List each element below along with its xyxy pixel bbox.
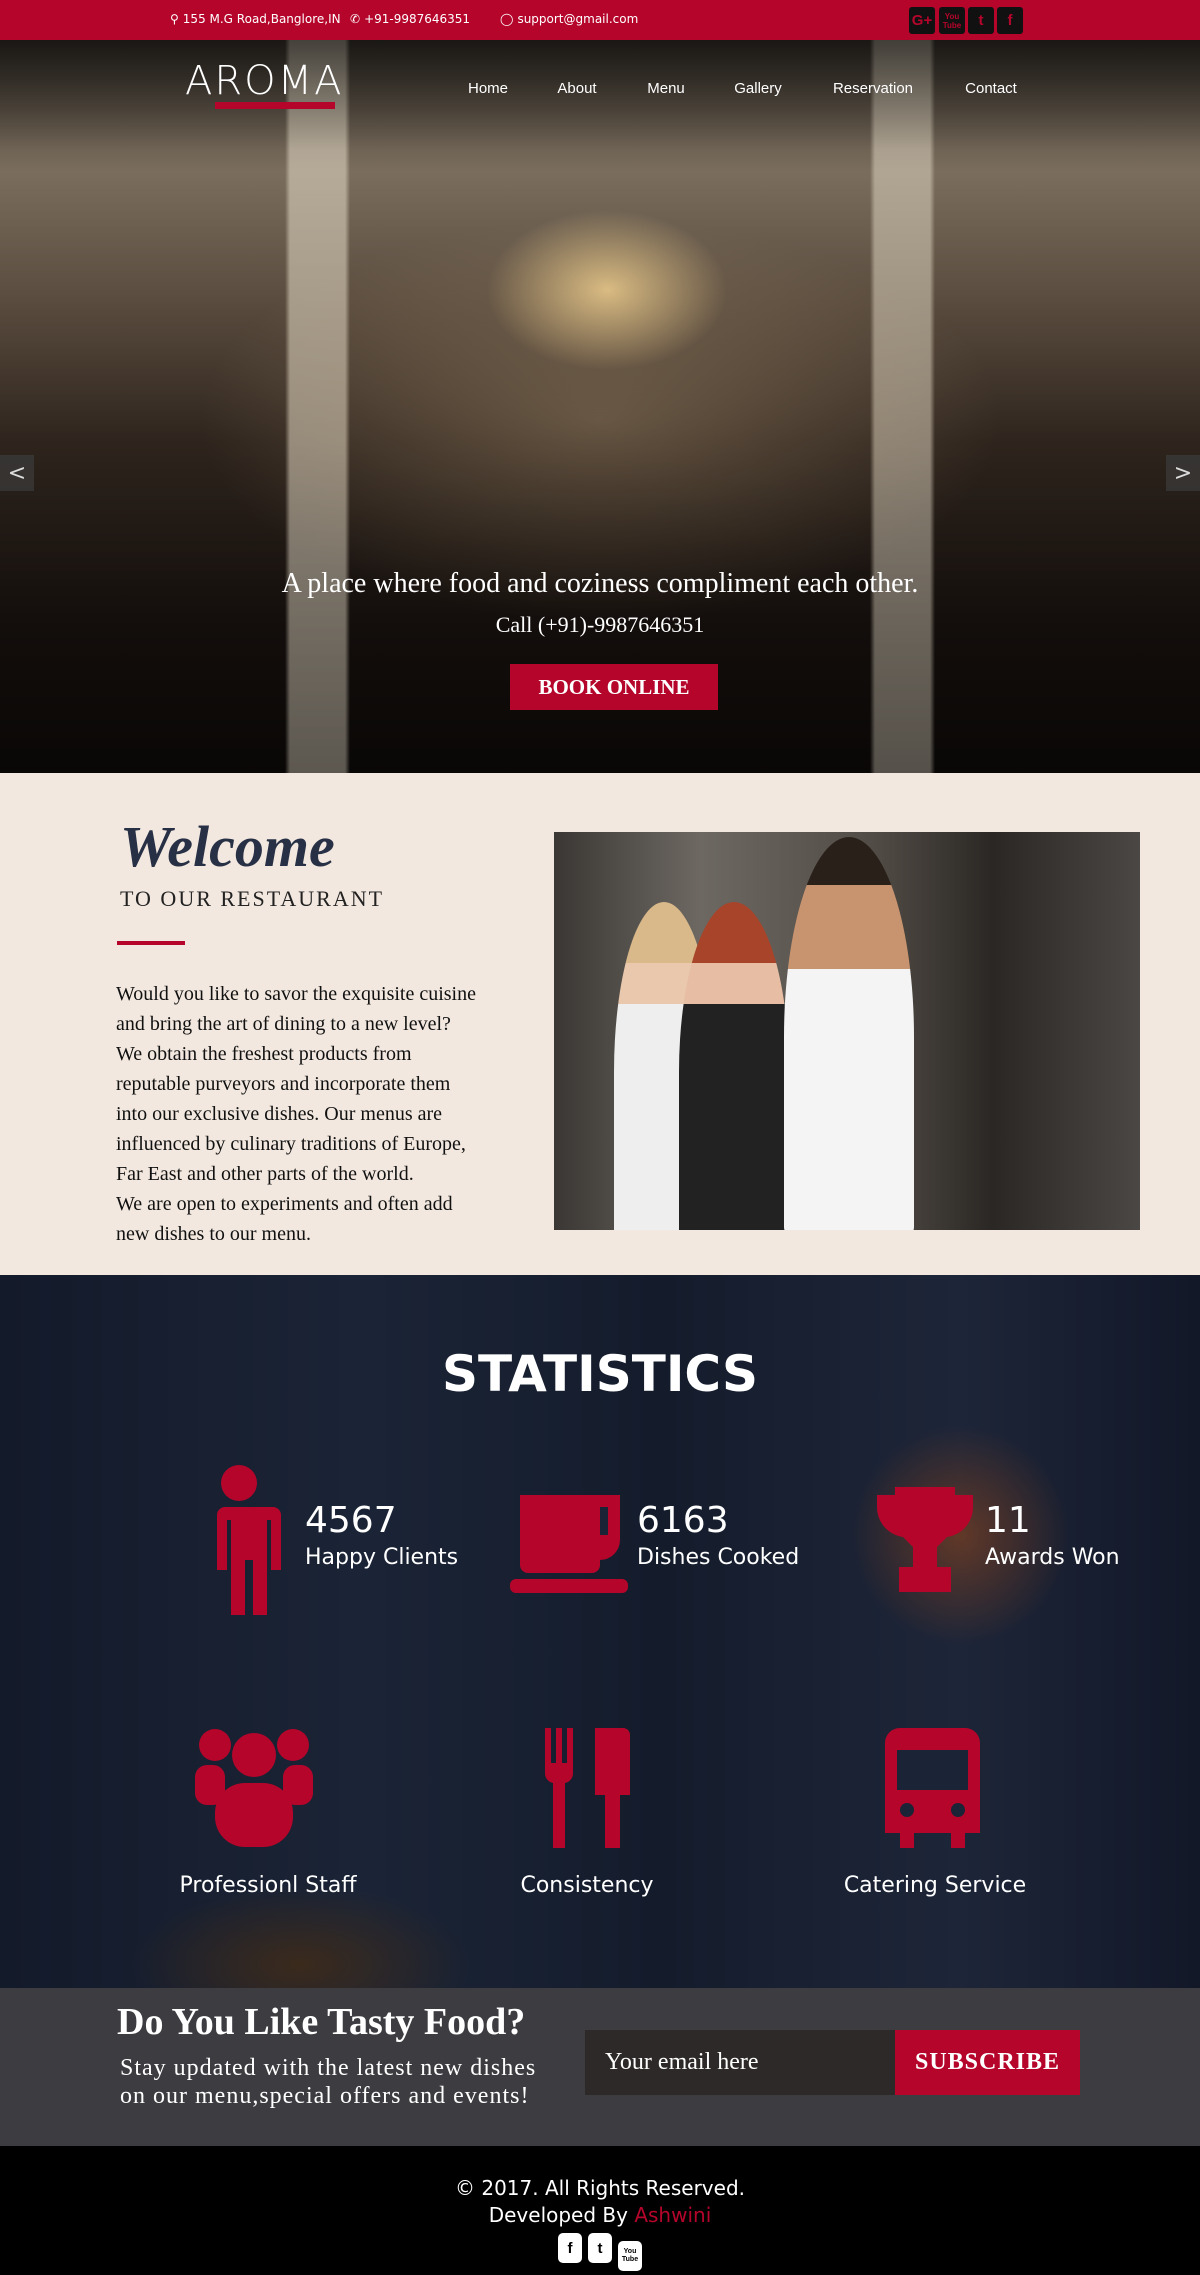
counter-value: 11 bbox=[985, 1500, 1031, 1541]
email-info: ◯ support@gmail.com bbox=[500, 12, 638, 26]
map-pin-icon: ⚲ bbox=[170, 12, 179, 26]
group-icon bbox=[195, 1729, 313, 1847]
email-input[interactable] bbox=[585, 2030, 895, 2095]
chefs-photo bbox=[554, 832, 1140, 1230]
person-icon bbox=[205, 1465, 281, 1615]
feature-label: Catering Service bbox=[843, 1873, 1027, 1898]
statistics-title: STATISTICS bbox=[441, 1345, 759, 1403]
feature-label: Consistency bbox=[520, 1873, 654, 1898]
nav-home[interactable]: Home bbox=[468, 80, 508, 97]
prev-slide-button[interactable]: < bbox=[0, 455, 34, 491]
hero-slider: AROMA Home About Menu Gallery Reservatio… bbox=[0, 40, 1200, 773]
logo[interactable]: AROMA bbox=[185, 58, 344, 109]
author-link[interactable]: Ashwini bbox=[634, 2203, 711, 2227]
hero-tagline: A place where food and coziness complime… bbox=[281, 568, 919, 599]
fork-icon bbox=[215, 102, 335, 109]
developed-by-label: Developed By bbox=[488, 2203, 635, 2227]
facebook-icon[interactable]: f bbox=[558, 2233, 582, 2263]
hero-call: Call (+91)-9987646351 bbox=[495, 612, 705, 637]
address-info: ⚲ 155 M.G Road,Banglore,IN bbox=[170, 12, 341, 26]
subscribe-section: Do You Like Tasty Food? Stay updated wit… bbox=[0, 1988, 1200, 2146]
email-text: support@gmail.com bbox=[517, 12, 639, 26]
subscribe-line: Stay updated with the latest new dishes bbox=[120, 2055, 537, 2081]
trophy-icon bbox=[876, 1487, 974, 1592]
youtube-icon[interactable]: You Tube bbox=[939, 7, 965, 34]
welcome-subtitle: TO OUR RESTAURANT bbox=[120, 886, 385, 911]
phone-info: ✆ +91-9987646351 bbox=[350, 12, 470, 26]
coffee-cup-icon bbox=[510, 1495, 628, 1593]
phone-text: +91-9987646351 bbox=[364, 12, 471, 26]
welcome-title: Welcome bbox=[120, 814, 335, 879]
welcome-section: Welcome TO OUR RESTAURANT Would you like… bbox=[0, 773, 1200, 1275]
facebook-icon[interactable]: f bbox=[997, 7, 1023, 34]
nav-about[interactable]: About bbox=[557, 80, 596, 97]
youtube-icon[interactable]: You Tube bbox=[618, 2240, 642, 2271]
counter-label: Happy Clients bbox=[305, 1545, 459, 1570]
twitter-icon[interactable]: t bbox=[968, 7, 994, 34]
counter-value: 4567 bbox=[305, 1500, 397, 1541]
subscribe-title: Do You Like Tasty Food? bbox=[117, 2001, 526, 2043]
footer: © 2017. All Rights Reserved. Developed B… bbox=[0, 2146, 1200, 2275]
developer-credit: Developed By Ashwini bbox=[0, 2203, 1200, 2227]
counter-label: Dishes Cooked bbox=[637, 1545, 800, 1570]
copyright: © 2017. All Rights Reserved. bbox=[454, 2176, 745, 2200]
footer-social: f t You Tube bbox=[0, 2233, 1200, 2271]
counter-label: Awards Won bbox=[985, 1545, 1120, 1570]
statistics-section: STATISTICS 4567 Happy Clients 6163 Dishe… bbox=[0, 1275, 1200, 1988]
google-plus-icon[interactable]: G+ bbox=[909, 7, 935, 34]
phone-icon: ✆ bbox=[350, 12, 361, 26]
address-text: 155 M.G Road,Banglore,IN bbox=[182, 12, 341, 26]
nav-gallery[interactable]: Gallery bbox=[734, 80, 782, 97]
subscribe-text: Stay updated with the latest new dishes o… bbox=[120, 2054, 536, 2110]
divider bbox=[117, 941, 185, 945]
bus-icon bbox=[885, 1728, 980, 1848]
fork-knife-icon bbox=[545, 1728, 630, 1848]
chat-icon: ◯ bbox=[500, 12, 514, 26]
book-online-button[interactable]: BOOK ONLINE bbox=[510, 664, 718, 710]
subscribe-button[interactable]: SUBSCRIBE bbox=[895, 2030, 1080, 2095]
nav-reservation[interactable]: Reservation bbox=[833, 80, 913, 97]
welcome-text: Would you like to savor the exquisite cu… bbox=[116, 983, 476, 1245]
twitter-icon[interactable]: t bbox=[588, 2233, 612, 2263]
top-bar: ⚲ 155 M.G Road,Banglore,IN ✆ +91-998764635… bbox=[0, 0, 1200, 40]
next-slide-button[interactable]: > bbox=[1166, 455, 1200, 491]
nav-menu[interactable]: Menu bbox=[647, 80, 685, 97]
subscribe-line: on our menu,special offers and events! bbox=[120, 2083, 530, 2109]
logo-text: AROMA bbox=[185, 58, 344, 104]
feature-label: Professionl Staff bbox=[179, 1873, 357, 1898]
counter-value: 6163 bbox=[637, 1500, 729, 1541]
nav-contact[interactable]: Contact bbox=[965, 80, 1017, 97]
